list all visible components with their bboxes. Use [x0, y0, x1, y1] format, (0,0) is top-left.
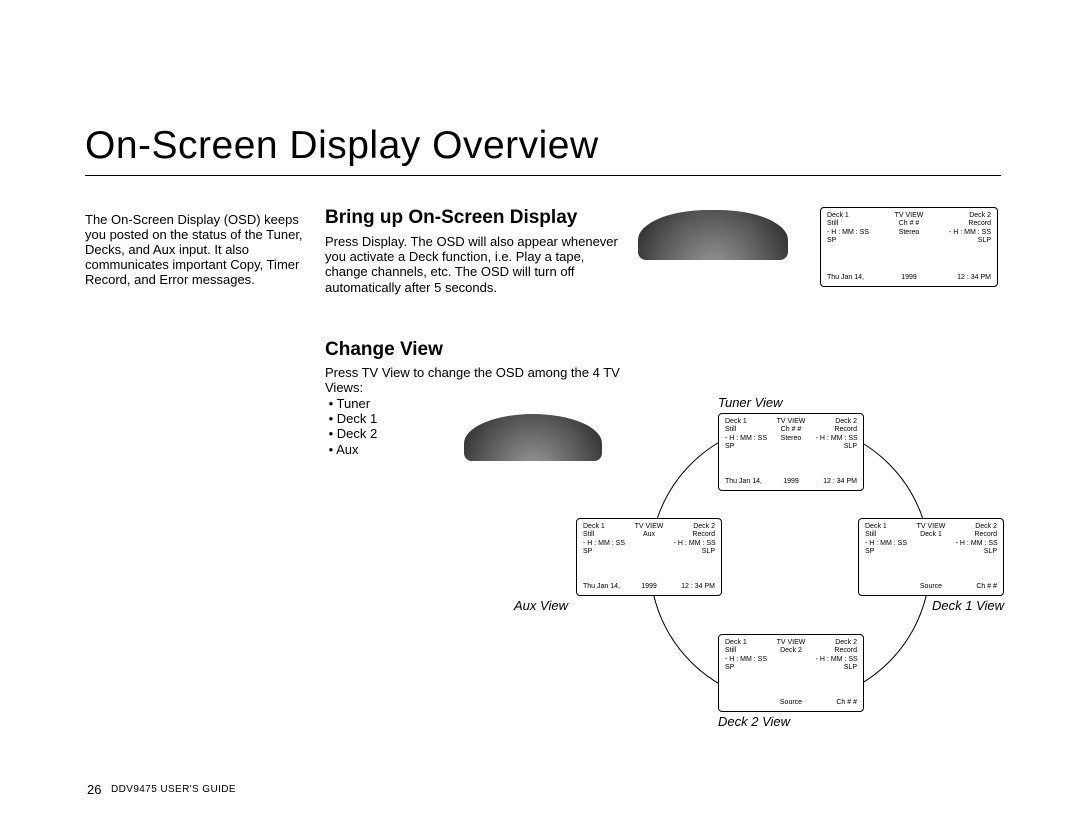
osd-screen-tuner: Deck 1TV VIEWDeck 2 StillCh # #Record - …: [718, 413, 864, 491]
tuner-view-label: Tuner View: [718, 395, 783, 410]
tv-view-item: Tuner: [337, 396, 370, 411]
osd-screen-main: Deck 1TV VIEWDeck 2 StillCh # #Record - …: [820, 207, 998, 287]
osd-screen-aux: Deck 1TV VIEWDeck 2 StillAuxRecord - H :…: [576, 518, 722, 596]
intro-paragraph: The On-Screen Display (OSD) keeps you po…: [85, 213, 305, 288]
section2-heading: Change View: [325, 339, 443, 361]
deck2-view-label: Deck 2 View: [718, 714, 790, 729]
osd-screen-deck1: Deck 1TV VIEWDeck 2 StillDeck 1Record - …: [858, 518, 1004, 596]
tv-view-item: Aux: [336, 442, 358, 457]
tv-view-item: Deck 2: [337, 426, 377, 441]
title-rule: [85, 175, 1001, 176]
remote-illustration: [638, 210, 788, 260]
page-title: On-Screen Display Overview: [85, 124, 599, 168]
aux-view-label: Aux View: [514, 598, 568, 613]
section2-body-line1: Press TV View to change the OSD among th…: [325, 365, 620, 395]
footer-guide-name: DDV9475 USER'S GUIDE: [111, 784, 236, 795]
osd-screen-deck2: Deck 1TV VIEWDeck 2 StillDeck 2Record - …: [718, 634, 864, 712]
page-number: 26: [87, 782, 101, 797]
section1-heading: Bring up On-Screen Display: [325, 207, 577, 229]
section1-body: Press Display. The OSD will also appear …: [325, 234, 625, 295]
tv-view-item: Deck 1: [337, 411, 377, 426]
deck1-view-label: Deck 1 View: [932, 598, 1004, 613]
